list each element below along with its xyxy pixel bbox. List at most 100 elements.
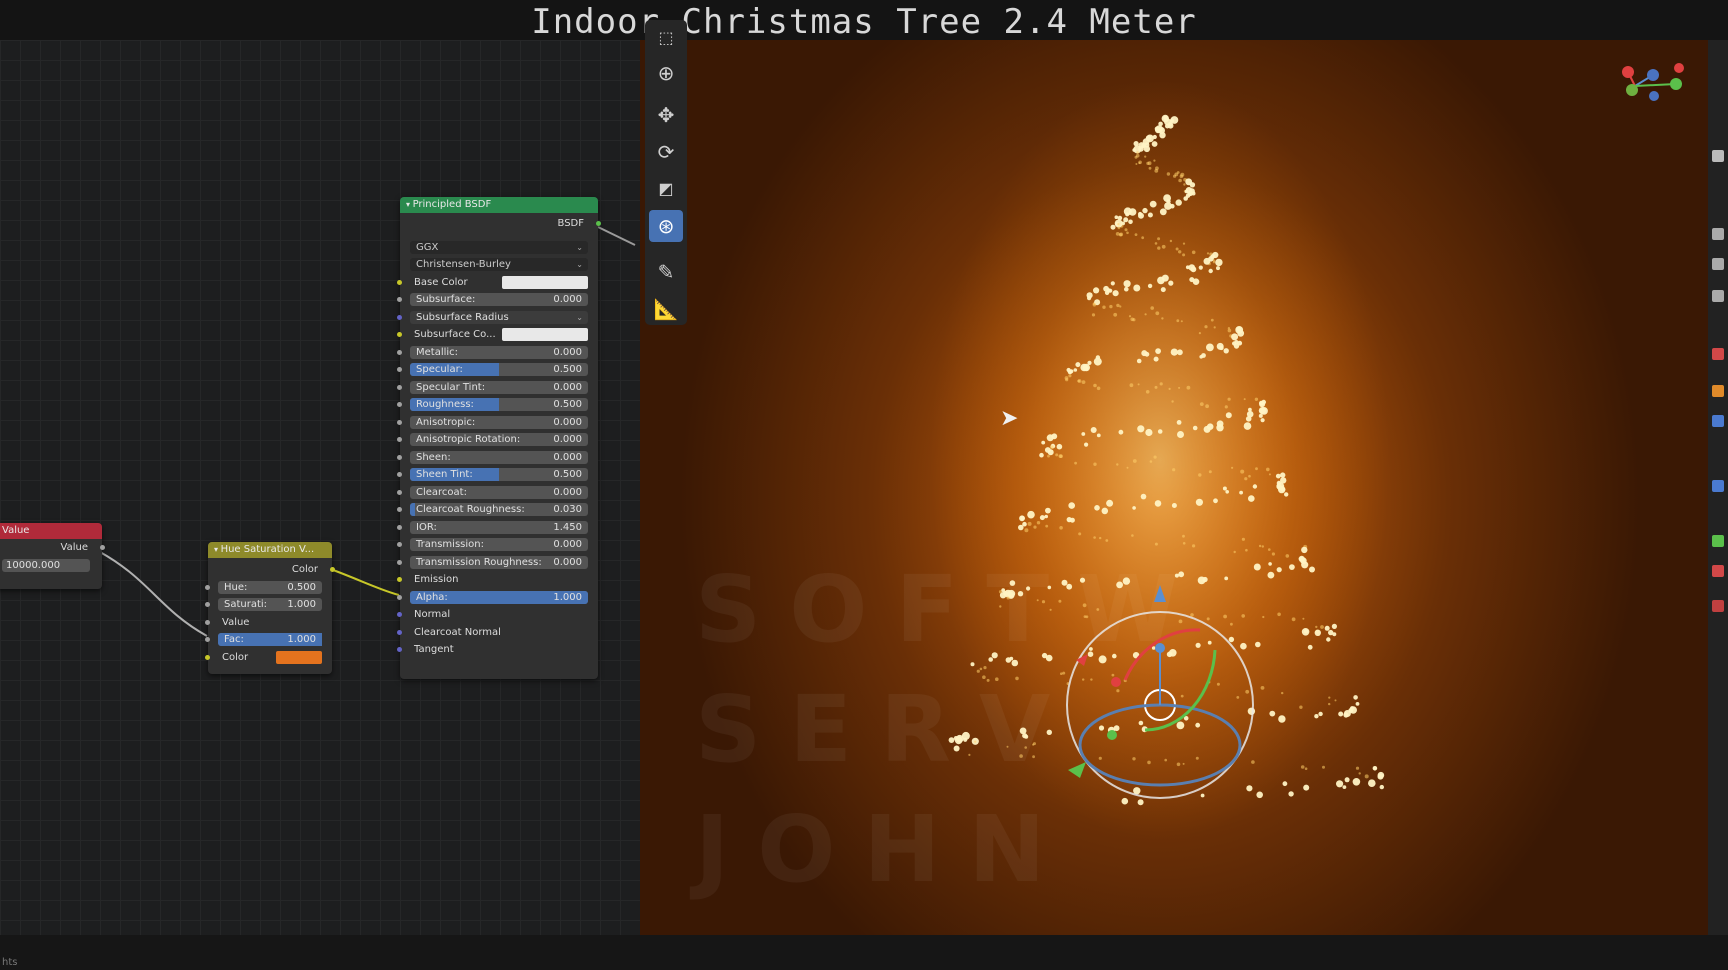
transmission-roughness-field[interactable]: Transmission Roughness: 0.000: [410, 555, 588, 569]
subsurface-color-label: Subsurface Co...: [414, 329, 496, 340]
sheen-field[interactable]: Sheen: 0.000: [410, 450, 588, 464]
subsurface-socket[interactable]: [397, 297, 402, 302]
fairy-light: [1134, 233, 1138, 237]
transmission-roughness-socket[interactable]: [397, 559, 402, 565]
modifier-icon[interactable]: [1712, 415, 1724, 427]
fairy-light: [1109, 304, 1113, 309]
world-icon[interactable]: [1712, 348, 1724, 360]
fairy-light: [1178, 250, 1182, 254]
sheen-tint-field[interactable]: Sheen Tint: 0.500: [410, 468, 588, 481]
fairy-light: [986, 678, 990, 682]
value-input-socket[interactable]: [205, 619, 210, 625]
sheen-socket[interactable]: [397, 454, 402, 460]
principled-bsdf-node[interactable]: ▾ Principled BSDF BSDF GGX ⌄ Christensen…: [397, 197, 601, 679]
measure-icon[interactable]: 📐: [649, 293, 683, 325]
clearcoat-roughness-socket[interactable]: [397, 507, 402, 512]
saturation-socket[interactable]: [205, 602, 210, 607]
anisotropic-rotation-field[interactable]: Anisotropic Rotation: 0.000: [410, 433, 588, 446]
anisotropic-socket[interactable]: [397, 419, 402, 425]
saturation-field[interactable]: Saturati: 1.000: [218, 598, 322, 611]
fairy-light: [1314, 629, 1321, 636]
specular-field[interactable]: Specular: 0.500: [410, 363, 588, 376]
hue-field[interactable]: Hue: 0.500: [218, 580, 322, 594]
subsurface-radius-socket[interactable]: [397, 314, 402, 320]
specular-socket[interactable]: [397, 367, 402, 372]
fairy-light: [1315, 625, 1318, 629]
rotate-icon[interactable]: ⟳: [649, 136, 683, 168]
base-color-swatch[interactable]: [502, 275, 588, 289]
clearcoat-row: Clearcoat: 0.000: [397, 484, 598, 502]
fac-field[interactable]: Fac: 1.000: [218, 633, 322, 646]
specular-tint-socket[interactable]: [397, 384, 402, 390]
render-icon[interactable]: [1712, 228, 1724, 240]
navigation-gizmo[interactable]: [1622, 63, 1684, 101]
fairy-light: [1126, 231, 1129, 235]
chevron-down-icon: ⌄: [576, 242, 583, 252]
transmission-socket[interactable]: [397, 542, 402, 547]
ior-socket[interactable]: [397, 524, 402, 530]
output-icon[interactable]: [1712, 258, 1724, 270]
hsv-color-output-socket[interactable]: [330, 567, 335, 572]
subsurface-radius-dropdown[interactable]: Subsurface Radius ⌄: [410, 310, 588, 324]
sheen-tint-socket[interactable]: [397, 472, 402, 477]
normal-label: Normal: [414, 609, 451, 620]
alpha-field[interactable]: Alpha: 1.000: [410, 590, 588, 604]
distribution-dropdown[interactable]: GGX ⌄: [410, 240, 588, 254]
data-icon[interactable]: [1712, 535, 1724, 547]
select-box-icon[interactable]: ⬚: [649, 22, 683, 54]
material-icon[interactable]: [1712, 565, 1724, 577]
fairy-light: [1223, 614, 1227, 619]
subsurface-color-swatch[interactable]: [502, 328, 588, 341]
annotate-icon[interactable]: ✎: [649, 256, 683, 288]
transform-icon[interactable]: ⊛: [649, 210, 683, 242]
anisotropic-field[interactable]: Anisotropic: 0.000: [410, 415, 588, 429]
subsurface-method-dropdown[interactable]: Christensen-Burley ⌄: [410, 258, 588, 271]
cursor-tool-icon[interactable]: ⊕: [649, 57, 683, 89]
anisotropic-rotation-socket[interactable]: [397, 437, 402, 442]
value-node[interactable]: Value Value 10000.000: [0, 523, 105, 589]
fairy-light: [1216, 420, 1224, 428]
fairy-light: [1358, 772, 1361, 775]
hsv-color-swatch[interactable]: [276, 650, 322, 664]
fairy-light: [1082, 363, 1090, 372]
metallic-field[interactable]: Metallic: 0.000: [410, 345, 588, 359]
value-output-socket[interactable]: [100, 545, 105, 550]
object-icon[interactable]: [1712, 385, 1724, 397]
color-input-socket[interactable]: [205, 654, 210, 660]
subsurface-field[interactable]: Subsurface: 0.000: [410, 293, 588, 306]
hue-socket[interactable]: [205, 584, 210, 590]
fairy-light: [1212, 259, 1216, 262]
tool-icon[interactable]: [1712, 150, 1724, 162]
texture-icon[interactable]: [1712, 600, 1724, 612]
fairy-light: [1176, 762, 1181, 767]
move-icon[interactable]: ✥: [649, 99, 683, 131]
clearcoat-normal-socket[interactable]: [397, 629, 402, 635]
fairy-light: [1180, 694, 1184, 698]
scale-icon[interactable]: ◩: [649, 173, 683, 205]
ior-field[interactable]: IOR: 1.450: [410, 520, 588, 534]
clearcoat-roughness-field[interactable]: Clearcoat Roughness: 0.030: [410, 503, 588, 516]
clearcoat-field[interactable]: Clearcoat: 0.000: [410, 485, 588, 499]
roughness-field[interactable]: Roughness: 0.500: [410, 398, 588, 411]
value-number-field[interactable]: 10000.000: [2, 558, 90, 572]
tangent-socket[interactable]: [397, 647, 402, 652]
normal-socket[interactable]: [397, 612, 402, 617]
transmission-field[interactable]: Transmission: 0.000: [410, 538, 588, 551]
subsurface-color-socket[interactable]: [397, 332, 402, 337]
fairy-light: [1059, 526, 1063, 530]
bsdf-output-socket[interactable]: [596, 221, 601, 226]
emission-socket[interactable]: [397, 577, 402, 582]
physics-icon[interactable]: [1712, 480, 1724, 492]
roughness-socket[interactable]: [397, 402, 402, 407]
clearcoat-socket[interactable]: [397, 489, 402, 495]
specular-tint-field[interactable]: Specular Tint: 0.000: [410, 380, 588, 394]
fairy-light: [1304, 767, 1308, 770]
fairy-light: [1225, 490, 1229, 494]
emission-label: Emission: [414, 574, 459, 585]
metallic-socket[interactable]: [397, 349, 402, 355]
base-color-socket[interactable]: [397, 279, 402, 285]
fac-socket[interactable]: [205, 637, 210, 642]
hue-saturation-node[interactable]: ▾ Hue Saturation V... Color Hue: 0.500 S…: [205, 542, 335, 674]
alpha-socket[interactable]: [397, 594, 402, 600]
view-layer-icon[interactable]: [1712, 290, 1724, 302]
